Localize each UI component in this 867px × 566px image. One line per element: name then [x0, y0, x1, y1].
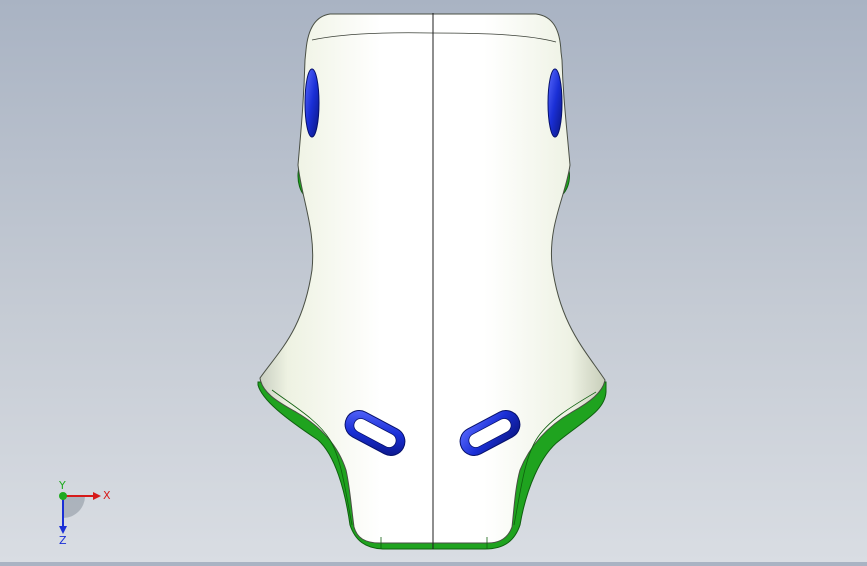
y-axis-dot-icon — [59, 492, 67, 500]
left-upper-slot — [304, 68, 320, 138]
orientation-triad[interactable]: X Y Z — [45, 479, 115, 550]
cad-viewport[interactable]: X Y Z — [0, 0, 867, 562]
z-axis-label: Z — [59, 534, 67, 547]
x-axis-arrow-icon — [93, 492, 101, 500]
z-axis-arrow-icon — [59, 526, 67, 534]
y-axis-label: Y — [58, 480, 66, 492]
x-axis-label: X — [103, 489, 111, 502]
triad-shadow — [63, 496, 85, 518]
right-upper-slot — [547, 68, 563, 138]
